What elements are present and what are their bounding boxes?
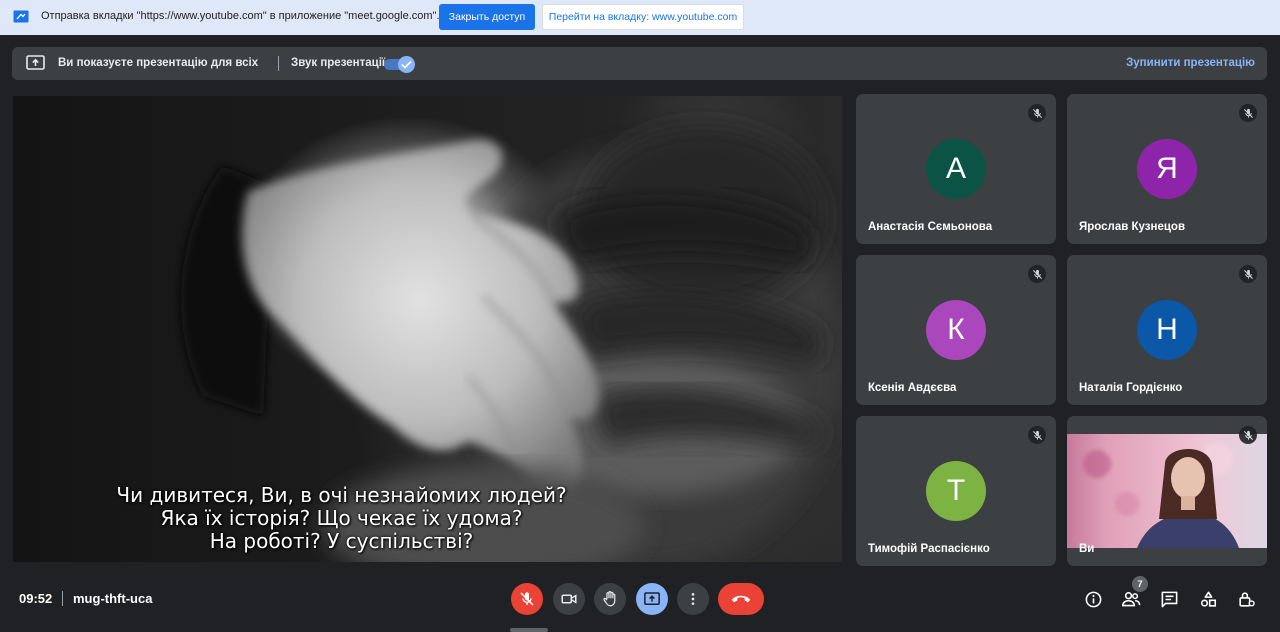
goto-tab-button[interactable]: Перейти на вкладку: www.youtube.com — [542, 4, 744, 30]
mic-off-icon — [1028, 426, 1046, 444]
host-controls-button[interactable] — [1236, 589, 1256, 609]
host-controls-icon — [1238, 591, 1255, 607]
present-now-button[interactable] — [636, 583, 668, 615]
participant-tile[interactable]: Н Наталія Гордієнко — [1067, 255, 1267, 405]
stop-sharing-button[interactable]: Закрыть доступ — [439, 4, 535, 30]
toggle-knob — [398, 56, 415, 73]
participant-tile[interactable]: Т Тимофій Распасієнко — [856, 416, 1056, 566]
participant-tile[interactable]: А Анастасія Сємьонова — [856, 94, 1056, 244]
chat-icon — [1161, 591, 1177, 607]
raise-hand-button[interactable] — [594, 583, 626, 615]
participant-tile[interactable]: К Ксенія Авдєєва — [856, 255, 1056, 405]
raise-hand-icon — [603, 591, 616, 607]
avatar: А — [926, 139, 986, 199]
participant-name: Ви — [1079, 543, 1095, 555]
mic-off-icon — [1239, 426, 1257, 444]
more-vert-icon — [691, 593, 695, 605]
presentation-audio-toggle[interactable] — [384, 56, 415, 73]
avatar: Я — [1137, 139, 1197, 199]
check-icon — [401, 60, 412, 69]
participant-count-badge: 7 — [1132, 576, 1148, 592]
info-icon — [1085, 591, 1101, 607]
presentation-view: Чи дивитеся, Ви, в очі незнайомих людей?… — [13, 96, 842, 562]
participant-name: Тимофій Распасієнко — [868, 543, 990, 555]
avatar: Н — [1137, 300, 1197, 360]
avatar: К — [926, 300, 986, 360]
camera-toggle-button[interactable] — [553, 583, 585, 615]
presenting-status: Ви показуєте презентацію для всіх — [58, 57, 259, 69]
sharing-message: Отправка вкладки "https://www.youtube.co… — [41, 10, 446, 22]
show-everyone-button[interactable] — [1121, 589, 1141, 609]
stop-presenting-link[interactable]: Зупинити презентацію — [1126, 57, 1255, 69]
videocam-icon — [561, 594, 577, 604]
meeting-clock: 09:52 — [19, 591, 53, 606]
activities-icon — [1200, 591, 1216, 607]
mic-off-icon — [520, 592, 534, 606]
subtitle-line: На роботі? У суспільстві? — [209, 529, 474, 553]
call-end-icon — [731, 595, 751, 603]
participant-tile[interactable]: Я Ярослав Кузнецов — [1067, 94, 1267, 244]
presenting-bar: Ви показуєте презентацію для всіх Звук п… — [12, 47, 1267, 80]
participant-name: Ксенія Авдєєва — [868, 382, 957, 394]
activities-button[interactable] — [1198, 589, 1218, 609]
leave-call-button[interactable] — [718, 583, 764, 615]
avatar: Т — [926, 461, 986, 521]
mic-off-icon — [1239, 265, 1257, 283]
bottom-handle — [510, 628, 548, 632]
chat-button[interactable] — [1159, 589, 1179, 609]
participant-name: Анастасія Сємьонова — [868, 221, 993, 233]
mic-off-icon — [1239, 104, 1257, 122]
subtitle-line: Яка їх історія? Що чекає їх удома? — [160, 506, 523, 530]
participant-name: Ярослав Кузнецов — [1079, 221, 1186, 233]
people-icon — [1121, 592, 1141, 607]
meeting-code: mug-thft-uca — [73, 591, 153, 606]
mic-off-icon — [1028, 104, 1046, 122]
divider — [62, 591, 63, 606]
present-screen-icon — [26, 55, 45, 70]
tab-share-icon — [13, 10, 29, 23]
tab-sharing-infobar: Отправка вкладки "https://www.youtube.co… — [0, 0, 1280, 35]
mic-off-icon — [1028, 265, 1046, 283]
present-screen-icon — [644, 592, 660, 605]
self-view-tile[interactable]: Ви — [1067, 416, 1267, 566]
subtitle-line: Чи дивитеся, Ви, в очі незнайомих людей? — [116, 483, 567, 507]
participant-name: Наталія Гордієнко — [1079, 382, 1183, 394]
more-options-button[interactable] — [677, 583, 709, 615]
meeting-details-button[interactable] — [1083, 589, 1103, 609]
video-subtitles: Чи дивитеся, Ви, в очі незнайомих людей?… — [13, 484, 670, 553]
presentation-audio-label: Звук презентації — [291, 57, 386, 69]
self-camera-feed — [1067, 434, 1267, 548]
mic-toggle-button[interactable] — [511, 583, 543, 615]
